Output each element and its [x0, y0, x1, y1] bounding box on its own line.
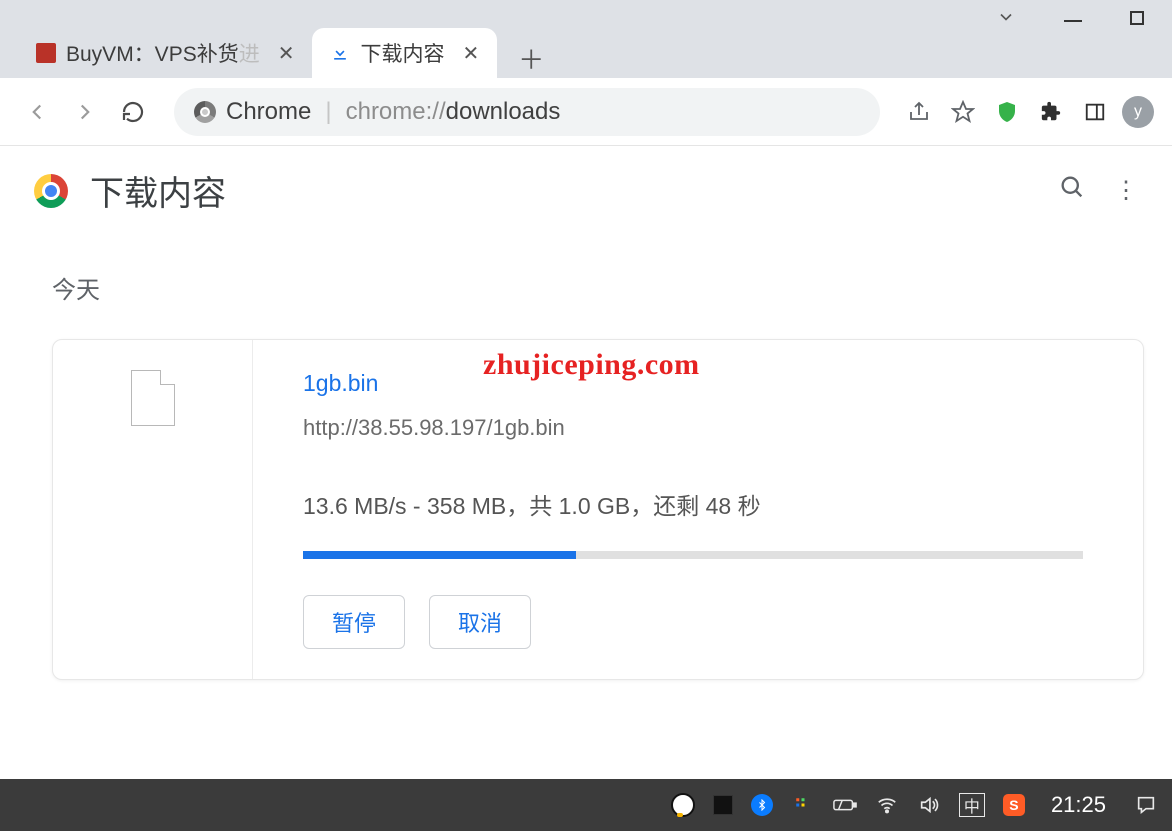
download-progress-bar — [303, 551, 1083, 559]
extensions-icon[interactable] — [1034, 95, 1068, 129]
chrome-grey-icon — [194, 101, 216, 123]
forward-button[interactable] — [66, 93, 104, 131]
download-favicon — [330, 43, 350, 63]
misc-tray-icon[interactable] — [791, 793, 815, 817]
taskbar-clock[interactable]: 21:25 — [1051, 792, 1106, 818]
reload-button[interactable] — [114, 93, 152, 131]
downloads-header: 下载内容 ⋮ — [0, 146, 1172, 236]
new-tab-button[interactable]: ＋ — [511, 38, 551, 78]
file-icon — [131, 370, 175, 426]
window-minimize-button[interactable] — [1064, 9, 1082, 30]
ime-indicator[interactable]: 中 — [959, 793, 985, 817]
side-panel-icon[interactable] — [1078, 95, 1112, 129]
battery-tray-icon[interactable] — [833, 793, 857, 817]
tab-title: 下载内容 — [360, 38, 444, 68]
chrome-badge: Chrome — [194, 98, 311, 126]
search-downloads-button[interactable] — [1058, 173, 1086, 208]
tab-downloads[interactable]: 下载内容 ✕ — [312, 28, 497, 78]
bookmark-icon[interactable] — [946, 95, 980, 129]
omnibox-url: chrome://downloads — [346, 98, 561, 126]
browser-toolbar: Chrome | chrome://downloads y — [0, 78, 1172, 146]
download-url: http://38.55.98.197/1gb.bin — [303, 415, 1083, 441]
share-icon[interactable] — [902, 95, 936, 129]
tab-overflow-icon[interactable] — [996, 7, 1016, 32]
favicon-buyvm — [36, 43, 56, 63]
shield-icon[interactable] — [990, 95, 1024, 129]
pause-button[interactable]: 暂停 — [303, 595, 405, 649]
cancel-button[interactable]: 取消 — [429, 595, 531, 649]
volume-tray-icon[interactable] — [917, 793, 941, 817]
sogou-ime-icon[interactable]: S — [1003, 794, 1025, 816]
profile-avatar[interactable]: y — [1122, 96, 1154, 128]
date-heading: 今天 — [52, 270, 1144, 305]
wifi-tray-icon[interactable] — [875, 793, 899, 817]
bluetooth-tray-icon[interactable] — [751, 794, 773, 816]
close-tab-icon[interactable]: ✕ — [462, 41, 479, 66]
window-maximize-button[interactable] — [1130, 9, 1144, 30]
download-status: 13.6 MB/s - 358 MB，共 1.0 GB，还剩 48 秒 — [303, 487, 1083, 521]
page-title: 下载内容 — [90, 166, 226, 215]
watermark-text: zhujiceping.com — [483, 348, 700, 382]
notifications-tray-icon[interactable] — [1134, 793, 1158, 817]
windows-taskbar: 中 S 21:25 — [0, 779, 1172, 831]
address-bar[interactable]: Chrome | chrome://downloads — [174, 88, 880, 136]
close-tab-icon[interactable]: ✕ — [278, 41, 295, 66]
tab-title: BuyVM：VPS补货进 — [66, 38, 260, 68]
tab-buyvm[interactable]: BuyVM：VPS补货进 ✕ — [18, 28, 312, 78]
chrome-logo-icon — [34, 174, 68, 208]
downloads-content: 今天 zhujiceping.com 1gb.bin http://38.55.… — [0, 236, 1172, 680]
download-card: zhujiceping.com 1gb.bin http://38.55.98.… — [52, 339, 1144, 680]
app-tray-icon[interactable] — [713, 795, 733, 815]
file-icon-area — [53, 340, 253, 679]
more-menu-button[interactable]: ⋮ — [1114, 176, 1138, 205]
back-button[interactable] — [18, 93, 56, 131]
omnibox-separator: | — [325, 98, 331, 126]
qq-tray-icon[interactable] — [671, 793, 695, 817]
